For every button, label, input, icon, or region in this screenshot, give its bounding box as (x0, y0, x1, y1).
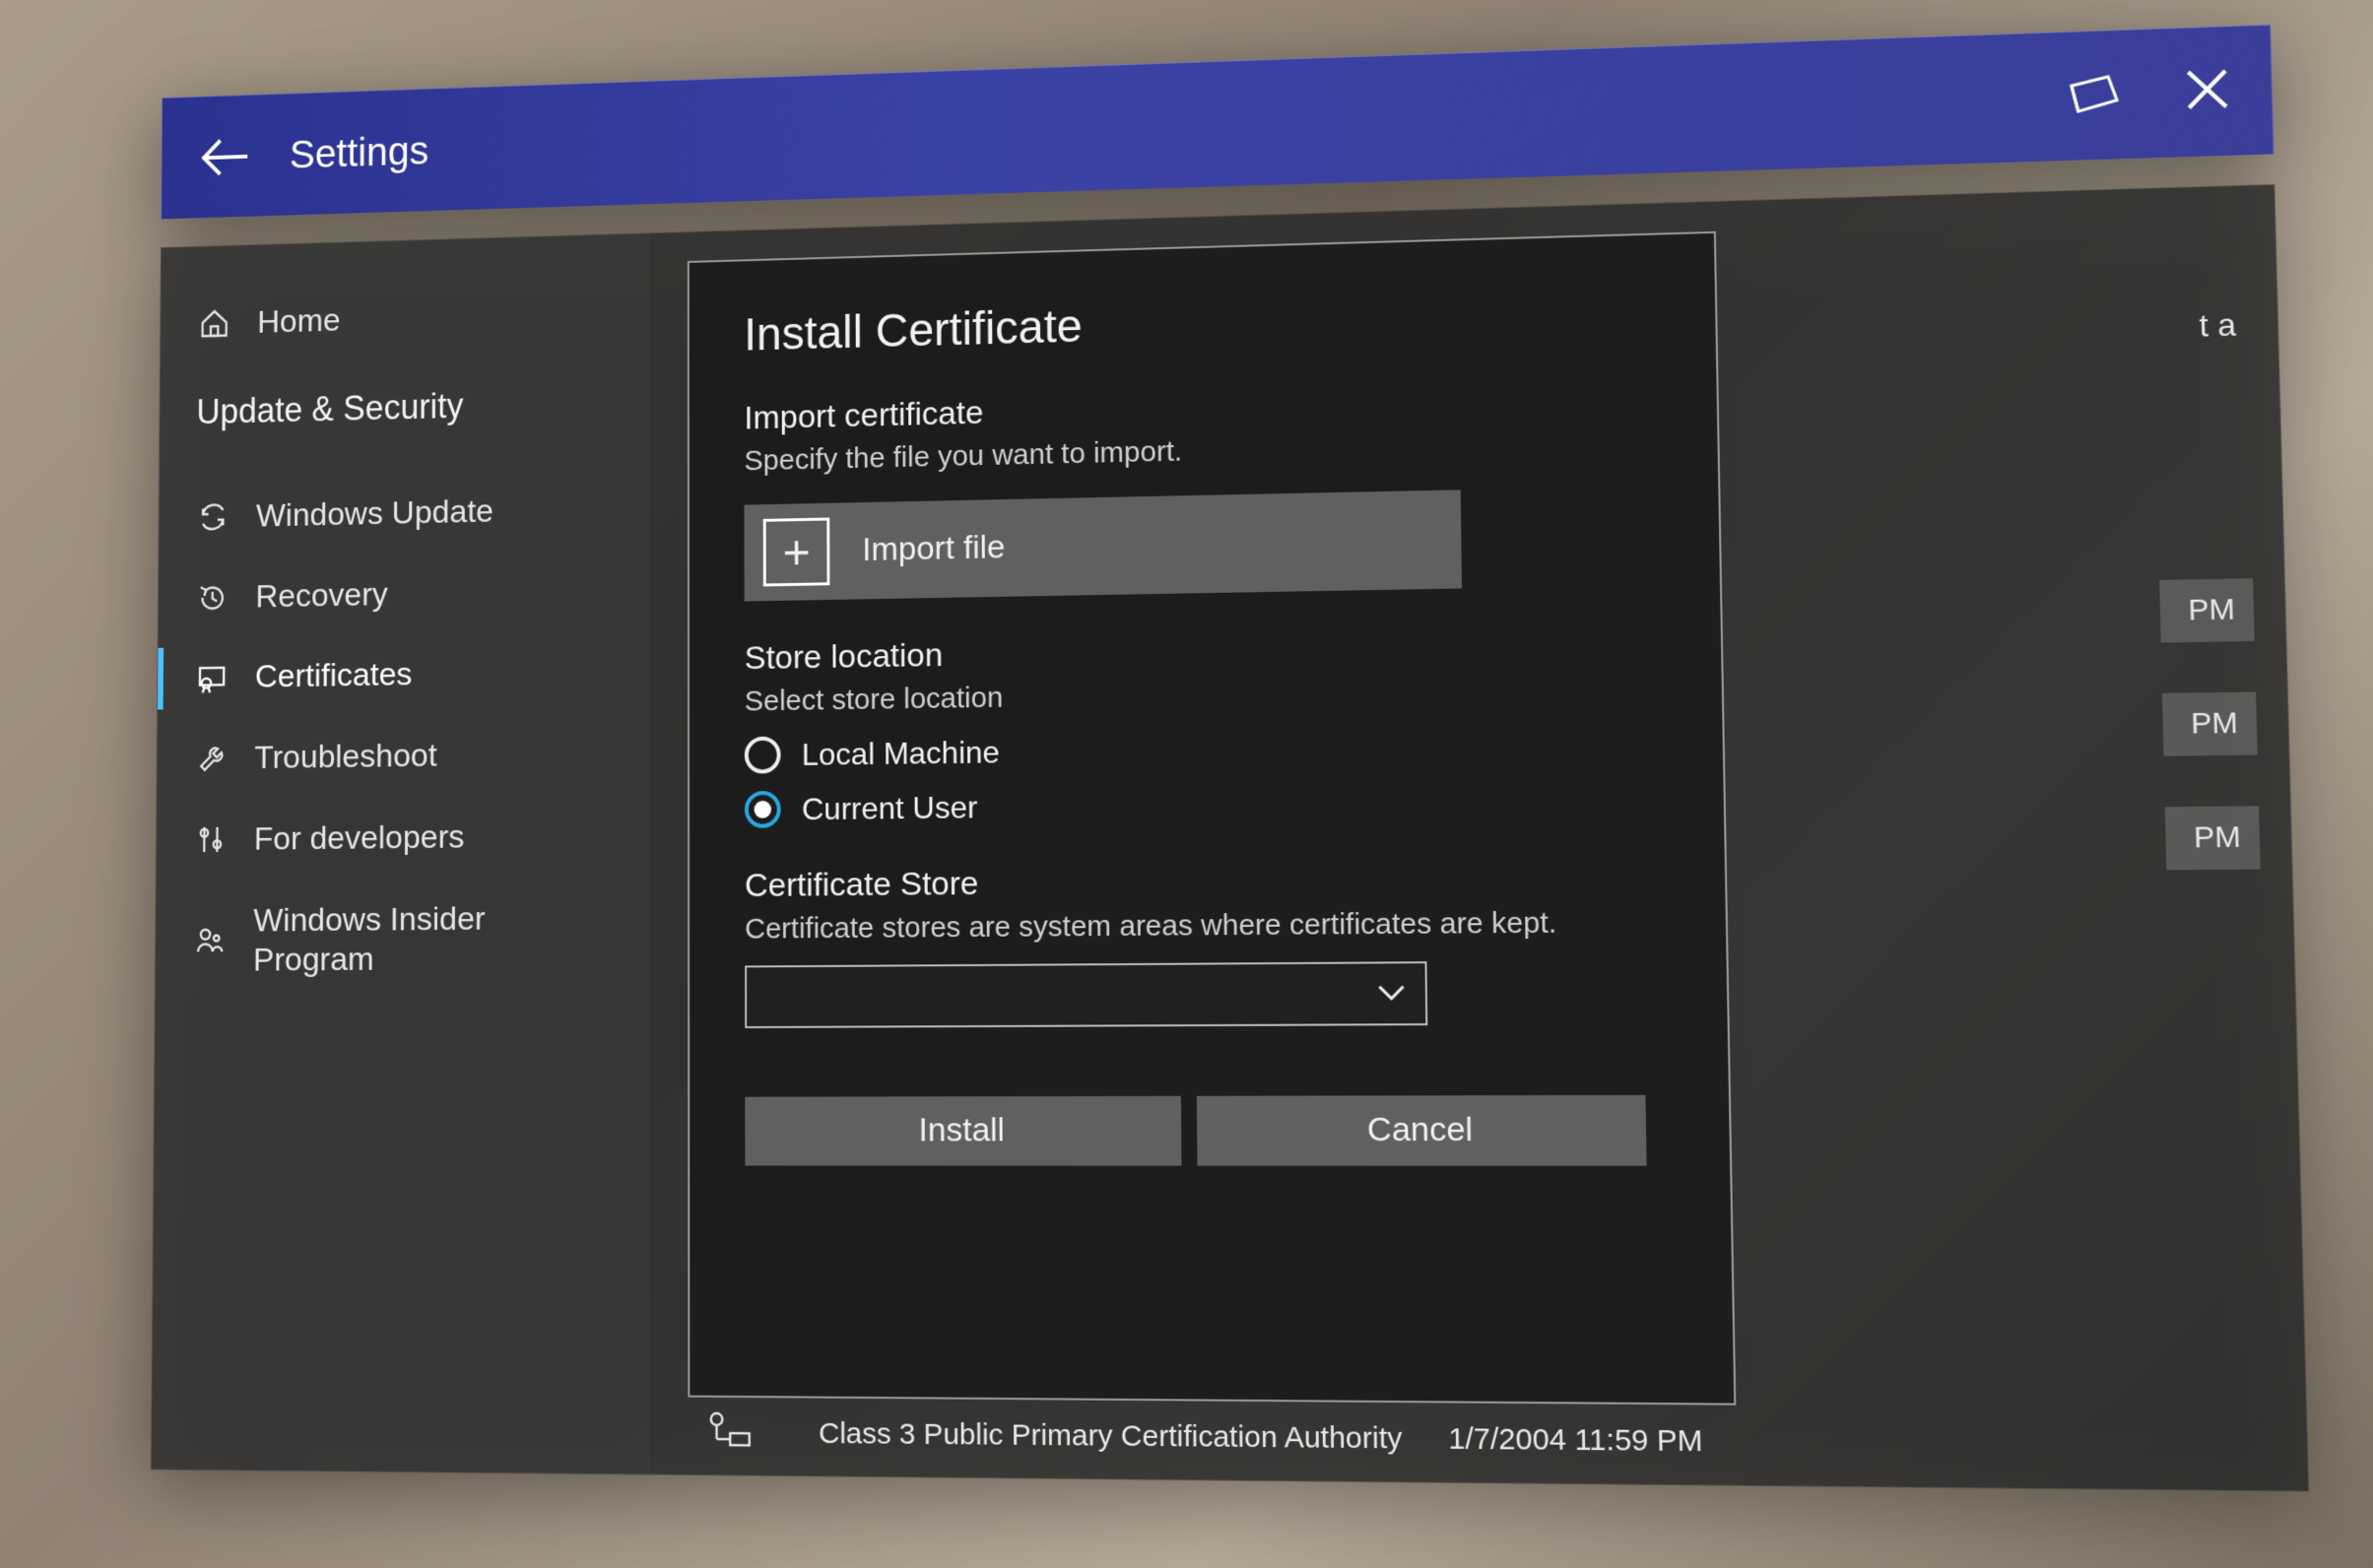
background-row-time: PM (2164, 806, 2260, 870)
sidebar: Home Update & Security Windows Update (151, 233, 649, 1474)
back-arrow-icon (198, 133, 253, 179)
close-icon (2184, 67, 2230, 112)
certificate-store-description: Certificate stores are system areas wher… (745, 903, 1676, 947)
cancel-button-label: Cancel (1366, 1110, 1473, 1149)
install-certificate-dialog: Install Certificate Import certificate S… (687, 231, 1736, 1405)
sidebar-item-label: Troubleshoot (254, 734, 612, 778)
background-row-time: PM (2161, 692, 2257, 756)
radio-icon (744, 737, 780, 774)
window-title: Settings (289, 73, 2066, 177)
sidebar-item-certificates[interactable]: Certificates (157, 630, 649, 719)
sidebar-item-label: Windows Update (255, 490, 612, 536)
background-text-fragment: t a (2199, 306, 2236, 345)
background-cert-name: Class 3 Public Primary Certification Aut… (819, 1417, 1403, 1457)
certificate-store-dropdown[interactable] (745, 961, 1427, 1028)
background-list-rows: PM PM PM (2159, 578, 2261, 870)
back-button[interactable] (198, 133, 253, 179)
background-row-time: PM (2159, 578, 2255, 642)
background-cert-row[interactable]: Class 3 Public Primary Certification Aut… (706, 1409, 2275, 1471)
wrench-icon (193, 743, 229, 775)
radio-local-machine[interactable]: Local Machine (744, 724, 1672, 773)
radio-current-user[interactable]: Current User (744, 780, 1673, 828)
sidebar-item-label: Certificates (254, 652, 612, 696)
sidebar-item-label: For developers (253, 816, 612, 859)
history-icon (194, 581, 230, 614)
store-location-description: Select store location (744, 669, 1671, 719)
sidebar-section-heading: Update & Security (160, 353, 650, 460)
certificate-store-title: Certificate Store (744, 859, 1674, 905)
radio-icon (744, 791, 780, 828)
chevron-down-icon (1377, 984, 1405, 1002)
store-location-title: Store location (744, 624, 1670, 678)
cancel-button[interactable]: Cancel (1196, 1094, 1646, 1165)
radio-label: Local Machine (801, 734, 999, 772)
insider-icon (192, 924, 228, 956)
install-button[interactable]: Install (745, 1095, 1181, 1165)
sidebar-item-for-developers[interactable]: For developers (156, 794, 649, 881)
install-button-label: Install (918, 1111, 1005, 1149)
certificate-chain-icon (706, 1409, 755, 1458)
close-button[interactable] (2184, 67, 2230, 117)
background-cert-date: 1/7/2004 11:59 PM (1448, 1422, 1703, 1459)
home-icon (196, 307, 231, 340)
sidebar-item-windows-update[interactable]: Windows Update (159, 467, 649, 557)
sidebar-item-home[interactable]: Home (160, 272, 649, 365)
content-area: t a PM PM PM Install Certificate Import … (649, 185, 2308, 1491)
settings-main: Home Update & Security Windows Update (150, 184, 2308, 1492)
import-file-label: Import file (862, 529, 1005, 569)
dialog-title: Install Certificate (744, 284, 1666, 361)
sidebar-item-label: Windows Insider Program (252, 898, 611, 980)
tools-icon (193, 823, 229, 856)
plus-icon: + (762, 517, 829, 586)
window-resize-icon (2065, 70, 2123, 115)
radio-label: Current User (801, 789, 977, 827)
sidebar-item-label: Recovery (255, 570, 612, 616)
sidebar-item-recovery[interactable]: Recovery (158, 549, 649, 638)
window-resize-button[interactable] (2065, 70, 2123, 120)
sidebar-item-label: Home (257, 294, 613, 342)
sync-icon (195, 500, 231, 533)
sidebar-item-windows-insider[interactable]: Windows Insider Program (155, 877, 649, 1002)
certificate-icon (194, 662, 230, 694)
sidebar-item-troubleshoot[interactable]: Troubleshoot (157, 712, 649, 800)
import-file-button[interactable]: + Import file (744, 490, 1462, 601)
